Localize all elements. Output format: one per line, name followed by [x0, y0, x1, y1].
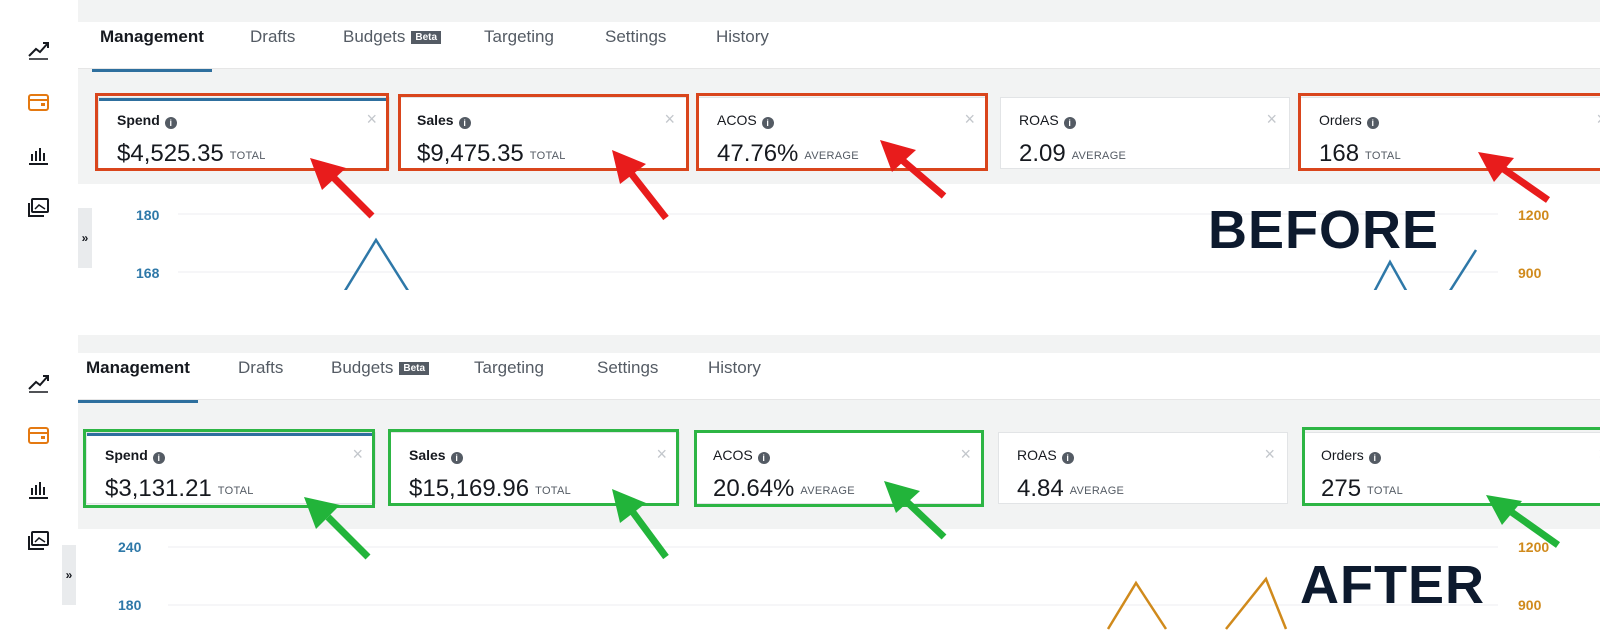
after-arrows	[304, 481, 1561, 560]
arrow-orders	[1486, 495, 1561, 548]
arrow-acos	[884, 481, 947, 540]
arrow-spend	[310, 158, 375, 219]
arrow-sales	[612, 489, 669, 560]
after-panel: Management Drafts Budgets Beta Targeting …	[0, 335, 1600, 637]
arrow-sales	[612, 150, 669, 221]
arrow-orders	[1478, 152, 1550, 203]
before-panel: Management Drafts Budgets Beta Targeting …	[0, 0, 1600, 290]
before-arrows	[310, 140, 1550, 221]
arrow-spend	[304, 497, 371, 560]
arrow-acos	[880, 140, 947, 199]
